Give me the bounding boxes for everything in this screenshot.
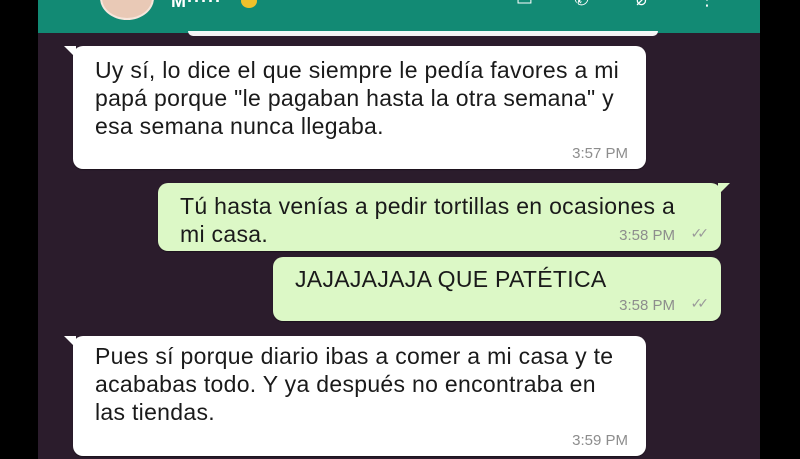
chat-window: M····· ▭ ✆ ⌀ ⋮ Uy sí, lo dice el que sie… (38, 0, 760, 459)
message-time: 3:58 PM (619, 227, 675, 244)
double-check-icon: ✓✓ (690, 295, 710, 311)
message-bubble-incoming[interactable]: Uy sí, lo dice el que siempre le pedía f… (64, 46, 646, 169)
chat-header: M····· ▭ ✆ ⌀ ⋮ (38, 0, 760, 33)
message-bubble-outgoing[interactable]: JAJAJAJAJA QUE PATÉTICA 3:58 PM ✓✓ (273, 257, 721, 321)
message-time: 3:58 PM (619, 297, 675, 314)
message-time: 3:57 PM (572, 145, 628, 162)
previous-message-edge (188, 31, 658, 36)
bubble-tail (718, 183, 730, 195)
contact-avatar[interactable] (100, 0, 154, 20)
message-text: Uy sí, lo dice el que siempre le pedía f… (95, 57, 620, 139)
bubble-tail (64, 336, 76, 348)
more-options-icon[interactable]: ⋮ (698, 0, 716, 8)
attach-icon[interactable]: ⌀ (636, 0, 647, 8)
message-text: Pues sí porque diario ibas a comer a mi … (95, 343, 614, 425)
message-bubble-incoming[interactable]: Pues sí porque diario ibas a comer a mi … (64, 336, 646, 456)
phone-call-icon[interactable]: ✆ (574, 0, 589, 8)
message-bubble-outgoing[interactable]: Tú hasta venías a pedir tortillas en oca… (158, 183, 730, 251)
video-call-icon[interactable]: ▭ (516, 0, 533, 8)
smiley-emoji-icon (241, 0, 257, 8)
double-check-icon: ✓✓ (690, 225, 710, 241)
message-time: 3:59 PM (572, 432, 628, 449)
contact-name[interactable]: M····· (171, 0, 222, 12)
bubble-tail (64, 46, 76, 58)
message-text: JAJAJAJAJA QUE PATÉTICA (295, 266, 607, 292)
